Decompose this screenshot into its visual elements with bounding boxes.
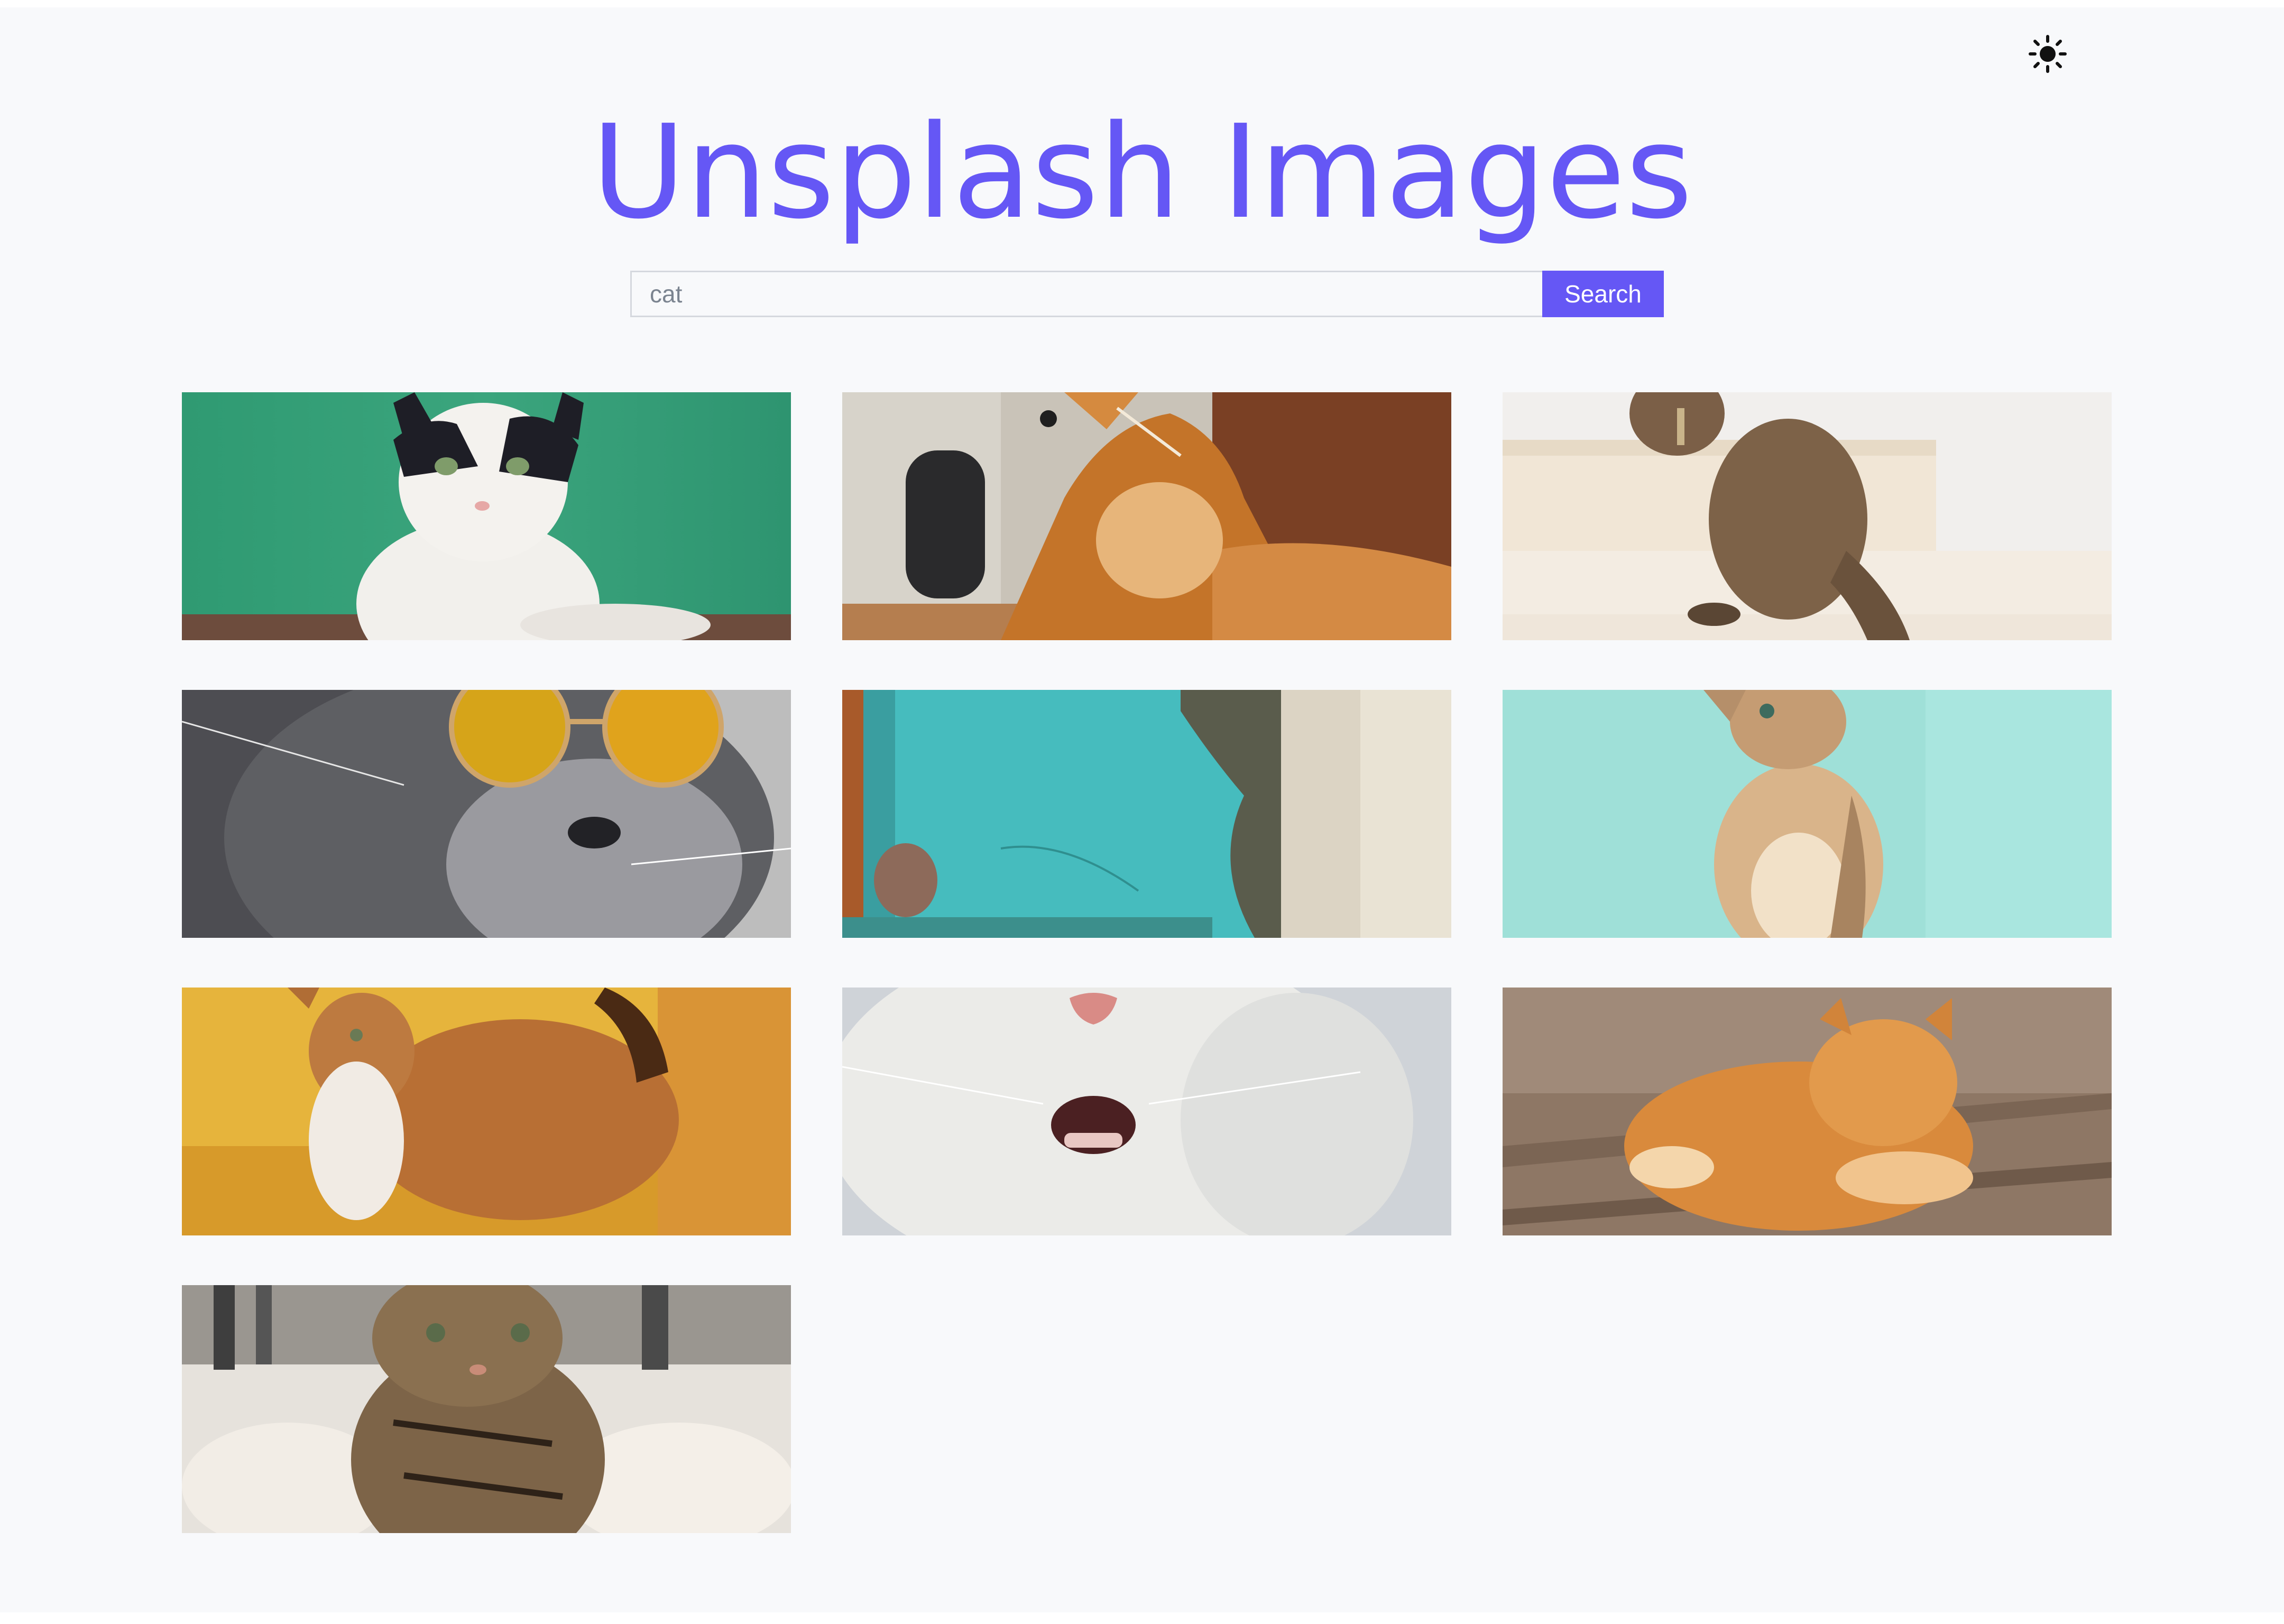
image-card[interactable] [842,392,1451,640]
cat-photo [182,1285,791,1533]
search-input[interactable] [630,271,1542,317]
cat-photo [842,392,1451,640]
cat-photo [1503,690,2112,938]
image-card[interactable] [842,690,1451,938]
image-card[interactable] [182,1285,791,1533]
image-card[interactable] [1503,988,2112,1235]
cat-photo [182,988,791,1235]
image-card[interactable] [842,988,1451,1235]
cat-photo [182,392,791,640]
image-card[interactable] [1503,392,2112,640]
search-form: Search [630,271,1664,317]
cat-photo [842,690,1451,938]
search-button[interactable]: Search [1542,271,1664,317]
cat-photo [1503,988,2112,1235]
cat-photo [842,988,1451,1235]
image-grid [182,392,2112,1533]
image-card[interactable] [182,392,791,640]
theme-toggle-button[interactable] [2029,35,2067,73]
sun-icon [2029,35,2067,73]
image-card[interactable] [182,690,791,938]
cat-photo [182,690,791,938]
page: Unsplash Images Search [0,7,2284,1612]
image-card[interactable] [182,988,791,1235]
page-title: Unsplash Images [591,97,1693,247]
cat-photo [1503,392,2112,640]
image-card[interactable] [1503,690,2112,938]
